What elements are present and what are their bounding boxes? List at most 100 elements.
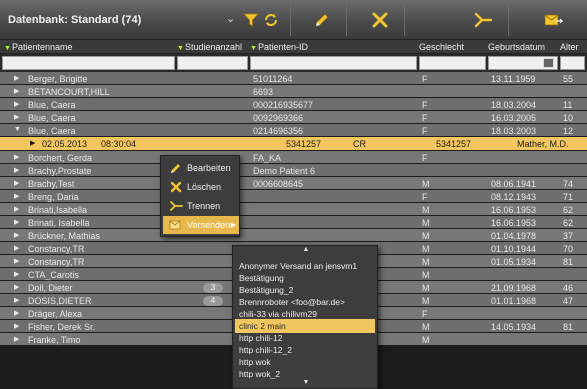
patient-birthdate: 14.05.1934 — [491, 321, 537, 332]
patient-id: 0092969366 — [253, 112, 304, 123]
column-header-birthdate[interactable]: Geburtsdatum — [488, 42, 545, 52]
table-row[interactable]: ▶ Brückner, Mathias M 01.04.1978 37 — [0, 229, 587, 242]
expand-arrow-icon[interactable]: ▶ — [14, 192, 19, 200]
patient-sex: M — [422, 178, 430, 189]
edit-icon[interactable] — [310, 8, 334, 32]
study-time: 08:30:04 — [101, 138, 137, 149]
patient-sex: F — [422, 125, 428, 136]
study-row-selected[interactable]: ▶ 02.05.2013 08:30:04 5341257 CR 5341257… — [0, 137, 587, 151]
patient-id: 000216935677 — [253, 99, 314, 110]
database-dropdown-caret[interactable]: ⌄ — [226, 12, 235, 25]
patient-sex: F — [422, 99, 428, 110]
menu-item-edit[interactable]: Bearbeiten — [163, 159, 239, 177]
column-header-patient-id[interactable]: ▼Patienten-ID — [250, 42, 308, 52]
expand-arrow-icon[interactable]: ▶ — [14, 166, 19, 174]
column-header-sex[interactable]: Geschlecht — [419, 42, 464, 52]
menu-item-send[interactable]: Versenden ▶ — [163, 216, 239, 234]
patient-birthdate: 08.06.1941 — [491, 178, 537, 189]
patient-age: 37 — [563, 230, 574, 241]
patient-sex: M — [422, 204, 430, 215]
patient-name: Franke, Timo — [28, 334, 81, 345]
table-row[interactable]: ▶ Borchert, Gerda FA_KA F — [0, 151, 587, 164]
patient-birthdate: 01.10.1944 — [491, 243, 537, 254]
filter-input-age[interactable] — [560, 56, 585, 70]
send-icon — [169, 218, 183, 232]
expand-arrow-icon[interactable]: ▶ — [14, 218, 19, 226]
table-header: ▼Patientenname ▼Studienanzahl ▼Patienten… — [0, 40, 587, 54]
filter-input-patient-name[interactable] — [2, 56, 175, 70]
filter-row — [0, 54, 587, 72]
patient-sex: M — [422, 230, 430, 241]
expand-arrow-icon[interactable]: ▶ — [14, 322, 19, 330]
patient-id: FA_KA — [253, 152, 282, 163]
table-row[interactable]: ▶ Breng, Daria F 08.12.1943 71 — [0, 190, 587, 203]
patient-sex: F — [422, 308, 428, 319]
toolbar-separator — [508, 4, 509, 36]
calendar-icon[interactable] — [543, 58, 554, 68]
column-header-age[interactable]: Alter — [560, 42, 579, 52]
menu-item-split[interactable]: Trennen — [163, 197, 239, 215]
expand-arrow-icon[interactable]: ▶ — [14, 283, 19, 291]
toolbar-separator — [290, 4, 291, 36]
patient-age: 12 — [563, 125, 574, 136]
patient-birthdate: 13.11.1959 — [491, 73, 536, 84]
patient-id: 0006608645 — [253, 178, 304, 189]
patient-birthdate: 16.06.1953 — [491, 204, 537, 215]
table-row[interactable]: ▶ Brachy,Prostate Demo Patient 6 — [0, 164, 587, 177]
patient-id: 0214696356 — [253, 125, 304, 136]
expand-arrow-icon[interactable]: ▶ — [14, 257, 19, 265]
patient-birthdate: 01.05.1934 — [491, 256, 537, 267]
expand-arrow-icon[interactable]: ▶ — [14, 74, 19, 82]
pencil-icon — [169, 161, 183, 175]
filter-input-study-count[interactable] — [177, 56, 248, 70]
expand-arrow-icon[interactable]: ▶ — [30, 139, 35, 147]
table-row[interactable]: ▶ Berger, Brigitte 51011264 F 13.11.1959… — [0, 72, 587, 85]
expand-arrow-icon[interactable]: ▶ — [14, 205, 19, 213]
table-row[interactable]: ▶ Blue, Caera 0092969366 F 16.03.2005 10 — [0, 111, 587, 124]
scroll-up-icon[interactable]: ▲ — [233, 246, 377, 256]
expand-arrow-icon[interactable]: ▶ — [14, 309, 19, 317]
column-header-patient-name[interactable]: ▼Patientenname — [4, 42, 72, 52]
expand-arrow-icon[interactable]: ▶ — [14, 296, 19, 304]
expand-arrow-icon[interactable]: ▶ — [14, 113, 19, 121]
split-icon[interactable] — [471, 8, 495, 32]
expand-arrow-icon[interactable]: ▶ — [14, 100, 19, 108]
table-row[interactable]: ▶ Brachy,Test 0006608645 M 08.06.1941 74 — [0, 177, 587, 190]
patient-sex: F — [422, 112, 428, 123]
expand-arrow-icon[interactable]: ▶ — [14, 231, 19, 239]
patient-birthdate: 01.04.1978 — [491, 230, 537, 241]
column-header-study-count[interactable]: ▼Studienanzahl — [177, 42, 242, 52]
patient-name: Doll, Dieter — [28, 282, 73, 293]
submenu-arrow-icon: ▶ — [230, 222, 236, 229]
patient-id: 51011264 — [253, 73, 293, 84]
patient-birthdate: 08.12.1943 — [491, 191, 537, 202]
filter-input-sex[interactable] — [419, 56, 486, 70]
database-title: Datenbank: Standard (74) — [8, 14, 142, 26]
expand-arrow-icon[interactable]: ▶ — [14, 179, 19, 187]
refresh-icon[interactable] — [259, 8, 283, 32]
patient-sex: M — [422, 321, 430, 332]
patient-age: 74 — [563, 178, 574, 189]
send-icon[interactable] — [541, 8, 565, 32]
table-row[interactable]: ▶ Blue, Caera 000216935677 F 18.03.2004 … — [0, 98, 587, 111]
table-row[interactable]: ▼ Blue, Caera 0214696356 F 18.03.2003 12 — [0, 124, 587, 137]
patient-name: DOSIS,DIETER — [28, 295, 92, 306]
table-row[interactable]: ▶ Brinati,Isabella M 16.06.1953 62 — [0, 203, 587, 216]
menu-item-delete[interactable]: Löschen — [163, 178, 239, 196]
expand-arrow-icon[interactable]: ▶ — [14, 87, 19, 95]
toolbar-separator — [346, 4, 347, 36]
toolbar-separator — [404, 4, 405, 36]
table-row[interactable]: ▶ Brinati, Isabella M 16.06.1953 62 — [0, 216, 587, 229]
collapse-arrow-icon[interactable]: ▼ — [14, 126, 21, 133]
scroll-down-icon[interactable]: ▼ — [233, 379, 377, 388]
filter-input-patient-id[interactable] — [250, 56, 417, 70]
expand-arrow-icon[interactable]: ▶ — [14, 153, 19, 161]
patient-name: Blue, Caera — [28, 99, 76, 110]
expand-arrow-icon[interactable]: ▶ — [14, 244, 19, 252]
delete-icon[interactable] — [368, 8, 392, 32]
patient-sex: M — [422, 334, 430, 345]
expand-arrow-icon[interactable]: ▶ — [14, 335, 19, 343]
patient-sex: M — [422, 217, 430, 228]
table-row[interactable]: ▶ BETANCOURT,HILL 6693 — [0, 85, 587, 98]
expand-arrow-icon[interactable]: ▶ — [14, 270, 19, 278]
